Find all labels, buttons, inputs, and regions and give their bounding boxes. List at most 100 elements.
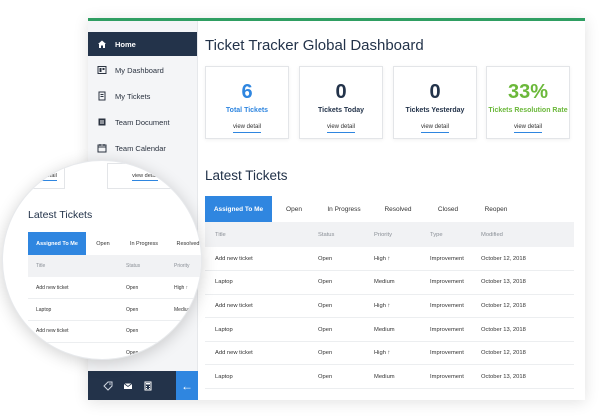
stat-label: Tickets Today xyxy=(317,107,365,114)
tab-reopen[interactable]: Reopen xyxy=(472,196,520,222)
ticket-priority: High ↑ xyxy=(166,320,201,343)
view-detail-link[interactable]: view detail xyxy=(420,124,449,133)
ticket-status: Open xyxy=(308,341,364,366)
tab-open[interactable]: Open xyxy=(272,196,316,222)
table-row[interactable]: Add new ticket Open High ↑ xyxy=(28,277,201,300)
mail-icon[interactable] xyxy=(118,371,138,400)
ticket-priority: High ↑ xyxy=(364,294,420,319)
ticket-modified: October 12, 2018 xyxy=(471,294,574,319)
view-detail-link[interactable]: view detail xyxy=(232,124,261,133)
ticket-title[interactable]: Laptop xyxy=(205,270,308,295)
column-header-type[interactable]: Type xyxy=(420,222,471,247)
ticket-status: Open xyxy=(118,298,166,322)
document-icon xyxy=(96,116,108,128)
ticket-modified: October 13, 2018 xyxy=(471,317,574,342)
ticket-type: Improvement xyxy=(420,294,471,319)
table-row[interactable]: Laptop Open Medium Improvement October 1… xyxy=(205,317,574,342)
collapse-sidebar-button[interactable]: ← xyxy=(176,371,198,400)
ticket-title[interactable]: Add new ticket xyxy=(28,277,118,300)
column-header-priority[interactable]: Priority xyxy=(364,222,420,247)
ticket-title[interactable]: Add new ticket xyxy=(205,294,308,319)
ticket-type: Improvement xyxy=(420,364,471,390)
view-detail-link[interactable]: view detail xyxy=(513,124,542,133)
view-detail-link[interactable]: view detail xyxy=(31,173,57,181)
ticket-title[interactable]: Add new ticket xyxy=(205,341,308,366)
magnifier-zoom-view: view detail view detail Latest Tickets A… xyxy=(2,160,202,360)
tag-icon[interactable] xyxy=(98,371,118,400)
page-title: Ticket Tracker Global Dashboard xyxy=(205,37,424,54)
ticket-modified: October 12, 2018 xyxy=(471,247,574,272)
ticket-type: Improvement xyxy=(420,247,471,272)
table-row[interactable]: Add new ticket Open High ↑ Improvement O… xyxy=(205,341,574,366)
tab-closed[interactable]: Closed xyxy=(424,196,472,222)
zoom-tickets-table: Title Status Priority Add new ticket Ope… xyxy=(28,255,201,359)
ticket-type: Improvement xyxy=(420,341,471,366)
table-row[interactable]: Add new ticket Open High ↑ Improvement O… xyxy=(205,247,574,272)
stat-card-resolution-rate: 33% Tickets Resolution Rate view detail xyxy=(486,66,570,139)
ticket-title[interactable]: Laptop xyxy=(205,364,308,390)
sidebar-item-label: Team Document xyxy=(115,117,170,127)
ticket-priority xyxy=(166,342,201,359)
table-row[interactable]: Open xyxy=(28,342,201,359)
table-row[interactable]: Add new ticket Open High ↑ Improvement O… xyxy=(205,294,574,319)
ticket-status: Open xyxy=(308,317,364,342)
sidebar-item-label: Team Calendar xyxy=(115,143,166,153)
table-header-row: Title Status Priority xyxy=(28,255,201,277)
sidebar-item-label: Home xyxy=(115,39,136,49)
home-icon xyxy=(96,38,108,50)
ticket-status: Open xyxy=(308,270,364,295)
column-header-status[interactable]: Status xyxy=(308,222,364,247)
view-detail-link[interactable]: view detail xyxy=(326,124,355,133)
ticket-priority: High ↑ xyxy=(166,277,201,300)
dashboard-icon xyxy=(96,64,108,76)
ticket-status: Open xyxy=(118,342,166,359)
sidebar-item-my-dashboard[interactable]: My Dashboard xyxy=(88,58,197,82)
column-header-title[interactable]: Title xyxy=(205,222,308,247)
stat-card-total-tickets: 6 Total Tickets view detail xyxy=(205,66,289,139)
calendar-icon xyxy=(96,142,108,154)
ticket-priority: Medium xyxy=(364,270,420,295)
column-header-priority[interactable]: Priority xyxy=(166,255,201,277)
stat-value: 0 xyxy=(335,81,347,103)
stat-label: Tickets Yesterday xyxy=(405,107,465,114)
sidebar-item-home[interactable]: Home xyxy=(88,32,197,56)
ticket-title[interactable]: Laptop xyxy=(205,317,308,342)
column-header-modified[interactable]: Modified xyxy=(471,222,574,247)
latest-tickets-title: Latest Tickets xyxy=(205,168,288,183)
stat-value: 0 xyxy=(429,81,441,103)
column-header-status[interactable]: Status xyxy=(118,255,166,277)
ticket-priority: High ↑ xyxy=(364,341,420,366)
ticket-title[interactable] xyxy=(28,342,118,359)
table-row[interactable]: Laptop Open Medium Improvement October 1… xyxy=(205,270,574,295)
sidebar-item-team-document[interactable]: Team Document xyxy=(88,110,197,134)
tab-resolved[interactable]: Resolved xyxy=(372,196,424,222)
tab-resolved[interactable]: Resolved xyxy=(168,232,201,255)
stat-value: 33% xyxy=(507,81,549,103)
ticket-title[interactable]: Laptop xyxy=(28,298,118,322)
ticket-priority: High ↑ xyxy=(364,247,420,272)
sidebar-footer: ← xyxy=(88,371,198,400)
column-header-title[interactable]: Title xyxy=(28,255,118,277)
table-row[interactable]: Laptop Open Medium xyxy=(28,298,201,322)
ticket-title[interactable]: Add new ticket xyxy=(28,320,118,343)
sidebar-item-team-calendar[interactable]: Team Calendar xyxy=(88,136,197,160)
tab-in-progress[interactable]: In Progress xyxy=(316,196,372,222)
tab-open[interactable]: Open xyxy=(86,232,120,255)
ticket-status: Open xyxy=(118,320,166,343)
tab-assigned-to-me[interactable]: Assigned To Me xyxy=(28,232,86,255)
stat-value: 6 xyxy=(241,81,253,103)
sidebar-item-my-tickets[interactable]: My Tickets xyxy=(88,84,197,108)
ticket-status: Open xyxy=(308,364,364,390)
tickets-icon xyxy=(96,90,108,102)
tab-in-progress[interactable]: In Progress xyxy=(120,232,168,255)
ticket-title[interactable]: Add new ticket xyxy=(205,247,308,272)
ticket-modified: October 13, 2018 xyxy=(471,270,574,295)
ticket-status: Open xyxy=(308,247,364,272)
main-content: Ticket Tracker Global Dashboard 6 Total … xyxy=(198,21,585,400)
tab-assigned-to-me[interactable]: Assigned To Me xyxy=(205,196,272,222)
ticket-type: Improvement xyxy=(420,317,471,342)
table-row[interactable]: Add new ticket Open High ↑ xyxy=(28,320,201,343)
view-detail-link[interactable]: view detail xyxy=(132,173,158,181)
calculator-icon[interactable] xyxy=(138,371,158,400)
table-row[interactable]: Laptop Open Medium Improvement October 1… xyxy=(205,364,574,390)
